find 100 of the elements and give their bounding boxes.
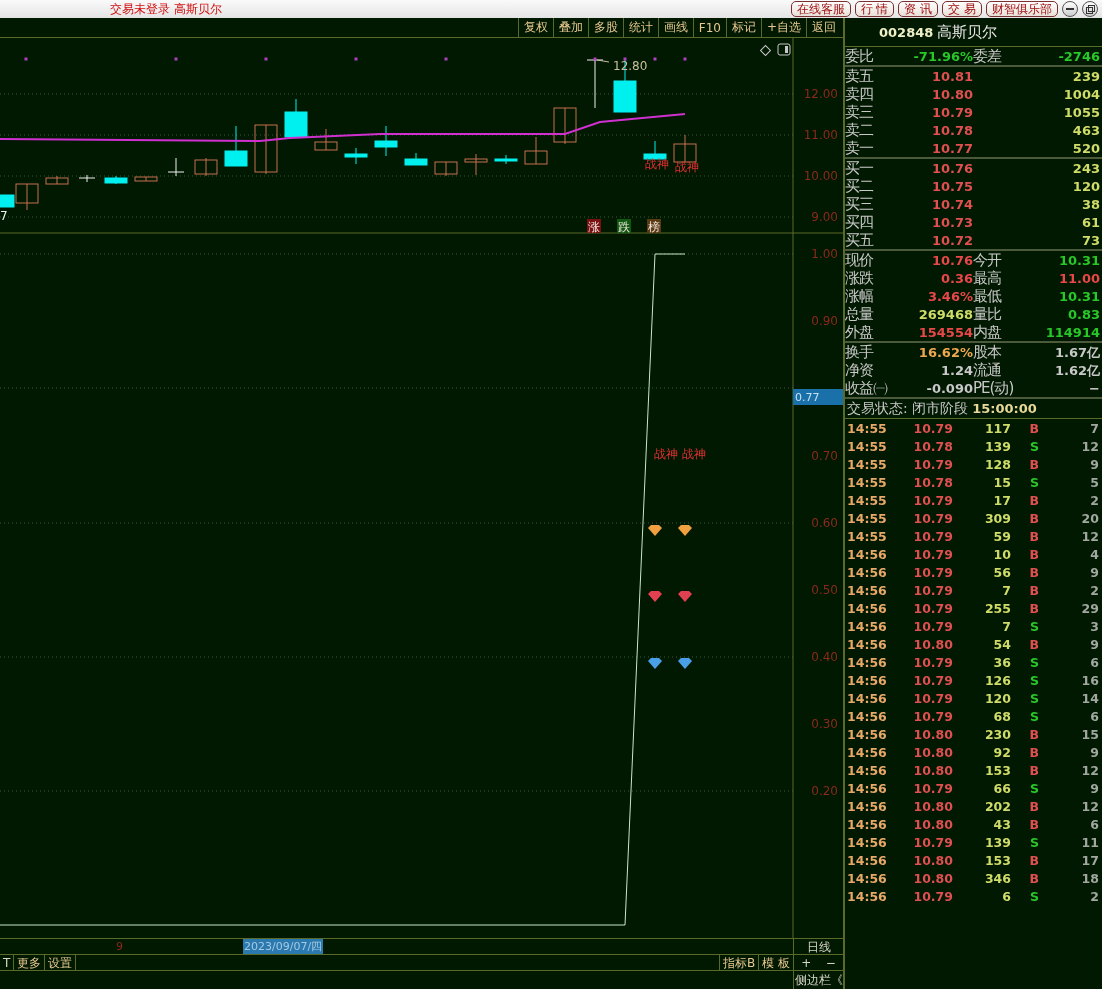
quote-label: PE(动) <box>973 379 1015 398</box>
tick-price: 10.79 <box>912 690 953 706</box>
nav-button[interactable]: 财智俱乐部 <box>986 1 1058 17</box>
quote-label: 卖三 <box>845 103 874 122</box>
tick-volume: 230 <box>983 726 1011 742</box>
tick-volume: 139 <box>983 438 1011 454</box>
tick-price: 10.79 <box>912 528 953 544</box>
tick-side: B <box>1028 456 1039 472</box>
tick-count: 14 <box>1080 690 1099 706</box>
tick-time: 14:56 <box>847 852 888 868</box>
tick-side: B <box>1028 492 1039 508</box>
quote-value: 269468 <box>917 307 973 322</box>
tick-time: 14:56 <box>847 726 888 742</box>
tick-volume: 68 <box>992 708 1011 724</box>
candlestick <box>464 153 488 176</box>
tick-time: 14:56 <box>847 708 888 724</box>
toolbar-button[interactable]: 统计 <box>622 18 658 37</box>
tick-time: 14:56 <box>847 780 888 796</box>
candlestick <box>344 147 368 165</box>
tick-count: 2 <box>1089 492 1099 508</box>
toolbar-button[interactable]: 返回 <box>806 18 841 37</box>
quote-label: 委差 <box>973 47 1003 66</box>
candlestick <box>553 107 577 145</box>
zoom-button[interactable]: + <box>794 955 819 970</box>
toolbar-button[interactable]: 多股 <box>587 18 623 37</box>
tick-side: B <box>1028 510 1039 526</box>
tick-side: B <box>1028 726 1039 742</box>
tick-price: 10.79 <box>912 780 953 796</box>
tick-side: S <box>1029 690 1039 706</box>
zoom-button[interactable]: − <box>818 955 843 970</box>
nav-button[interactable]: 在线客服 <box>790 1 851 17</box>
bottom-button[interactable]: T <box>0 955 15 970</box>
axis-label: 1.00 <box>811 247 838 261</box>
chart-tag: 榜 <box>647 219 661 234</box>
axis-label: 10.00 <box>803 169 838 183</box>
login-status: 交易未登录 <box>110 0 170 18</box>
tick-count: 9 <box>1089 744 1099 760</box>
tick-side: B <box>1028 870 1039 886</box>
quote-value: 463 <box>1071 123 1100 138</box>
sidebar-toggle[interactable]: 侧边栏《 <box>793 971 843 989</box>
tick-count: 20 <box>1080 510 1099 526</box>
tick-count: 12 <box>1080 438 1099 454</box>
quote-value: 0.83 <box>1066 307 1100 322</box>
bottom-button[interactable]: 更多 <box>14 955 46 970</box>
candlestick <box>643 140 667 160</box>
quote-value: 114914 <box>1044 325 1100 340</box>
tick-volume: 56 <box>992 564 1011 580</box>
quote-value: 10.31 <box>1057 253 1100 268</box>
tick-side: S <box>1029 708 1039 724</box>
tick-volume: 15 <box>992 474 1011 490</box>
bottom-button[interactable]: 模 板 <box>758 955 793 970</box>
chart-tag: 涨 <box>587 219 601 234</box>
minimize-button[interactable] <box>1062 1 1078 17</box>
quote-value: 239 <box>1071 69 1100 84</box>
tick-side: B <box>1028 852 1039 868</box>
quote-value: 10.74 <box>930 197 973 212</box>
signal-label: 战神 <box>645 157 669 171</box>
toolbar-button[interactable]: 叠加 <box>552 18 588 37</box>
candlestick <box>374 125 398 157</box>
quote-label: 净资 <box>845 361 874 380</box>
quote-value: -71.96% <box>912 49 973 64</box>
tick-count: 9 <box>1089 456 1099 472</box>
tick-price: 10.79 <box>912 456 953 472</box>
quote-label: 换手 <box>845 343 875 362</box>
tick-count: 29 <box>1080 600 1099 616</box>
candlestick <box>404 152 428 166</box>
tick-volume: 202 <box>983 798 1011 814</box>
tick-count: 12 <box>1080 528 1099 544</box>
tick-volume: 128 <box>983 456 1011 472</box>
tick-count: 17 <box>1080 852 1099 868</box>
quote-label: 买一 <box>845 159 874 178</box>
bottom-button[interactable]: 指标B <box>718 955 759 970</box>
quote-value: 10.80 <box>930 87 973 102</box>
quote-label: 内盘 <box>973 323 1003 342</box>
toolbar-button[interactable]: F10 <box>692 18 726 37</box>
tick-price: 10.80 <box>912 726 953 742</box>
axis-label: 0.30 <box>811 717 838 731</box>
quote-label: 买三 <box>845 195 874 214</box>
nav-button[interactable]: 交 易 <box>942 1 982 17</box>
tick-side: B <box>1028 420 1039 436</box>
tick-side: S <box>1029 888 1039 904</box>
tick-volume: 7 <box>1001 582 1011 598</box>
toolbar-button[interactable]: 画线 <box>657 18 693 37</box>
bottom-button[interactable]: 设置 <box>45 955 77 970</box>
toolbar-button[interactable]: 标记 <box>725 18 761 37</box>
toolbar-button[interactable]: 复权 <box>517 18 553 37</box>
tick-price: 10.80 <box>912 798 953 814</box>
candlestick <box>45 175 69 185</box>
candlestick <box>434 161 458 177</box>
nav-button[interactable]: 资 讯 <box>898 1 939 17</box>
restore-button[interactable] <box>1082 1 1098 17</box>
quote-value: 10.73 <box>930 215 973 230</box>
tick-time: 14:55 <box>847 474 888 490</box>
axis-label: 0.90 <box>811 314 838 328</box>
tick-count: 15 <box>1080 726 1099 742</box>
tick-time: 14:55 <box>847 420 888 436</box>
toolbar-button[interactable]: +自选 <box>760 18 806 37</box>
candlestick <box>586 59 604 109</box>
tick-volume: 346 <box>983 870 1011 886</box>
nav-button[interactable]: 行 情 <box>854 1 895 17</box>
